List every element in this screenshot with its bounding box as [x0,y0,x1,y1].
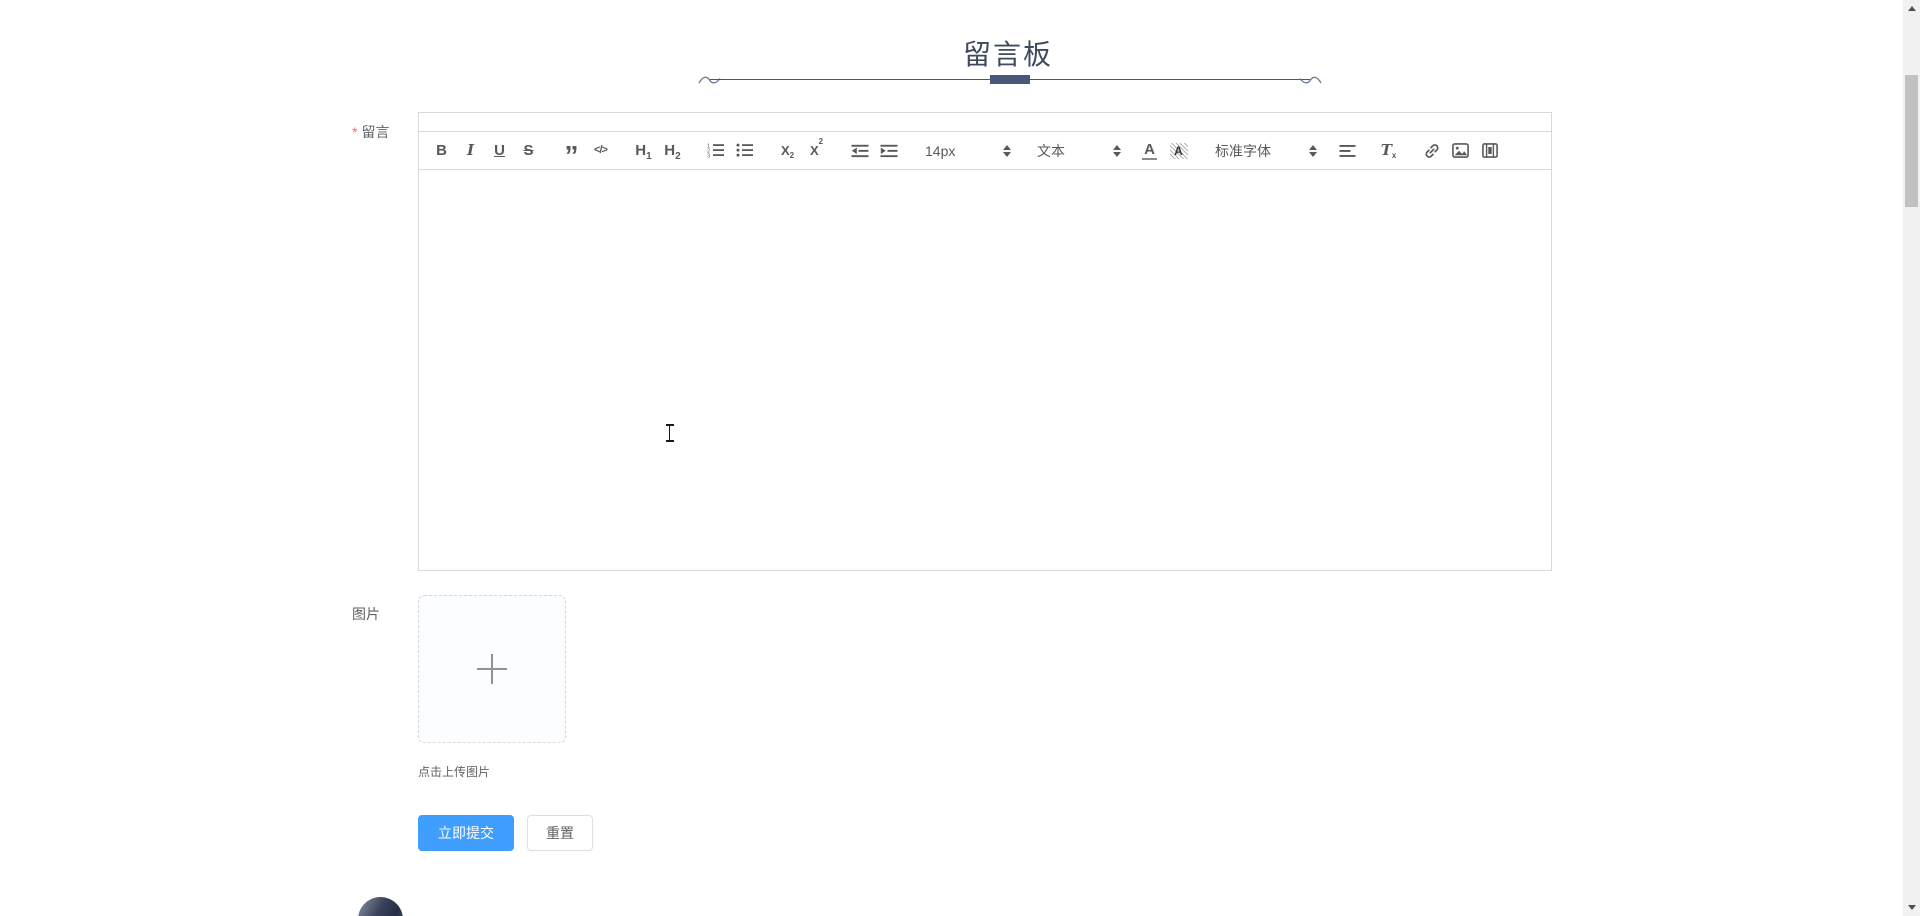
heading1-number: 1 [646,150,652,162]
clear-format-icon: T [1380,141,1392,159]
strikethrough-button[interactable]: S [516,137,541,165]
subscript-button[interactable]: X2 [775,137,800,165]
rich-text-editor: B I U S ” </> H1 H2 1 2 3 X 2 X 2 14px 文… [418,112,1552,571]
indent-decrease-icon [851,144,868,157]
background-color-button[interactable]: A [1166,137,1191,165]
svg-text:3: 3 [707,154,710,158]
blockquote-button[interactable]: ” [559,137,584,171]
message-board-page: 留言板 * 留言 B I U S ” </> H1 H 2 1 2 3 X 2 … [0,0,1920,916]
message-label: * 留言 [352,122,389,142]
font-family-value: 标准字体 [1215,142,1271,159]
toolbar-group-heading: H1 H2 [631,137,685,165]
mouse-ibeam-cursor [665,424,674,442]
underline-icon: U [494,142,505,159]
subscript-number: 2 [789,150,795,160]
unordered-list-button[interactable] [732,137,757,165]
toolbar-group-script: X2 X2 [775,137,829,165]
comment-avatar[interactable] [358,897,403,916]
blockquote-icon: ” [564,139,579,171]
updown-arrows-icon [1113,144,1121,157]
ordered-list-icon: 1 2 3 [707,144,724,158]
ordered-list-button[interactable]: 1 2 3 [703,137,728,165]
unordered-list-icon [736,143,753,157]
heading2-number: 2 [675,150,681,162]
italic-button[interactable]: I [458,137,483,165]
toolbar-group-clear: Tx [1376,137,1401,165]
toolbar-group-color: A A [1137,137,1191,165]
superscript-icon: X [809,143,819,158]
upload-tip: 点击上传图片 [418,765,491,779]
divider-center-rect [990,75,1030,84]
align-button[interactable] [1335,137,1360,165]
editor-toolbar: B I U S ” </> H1 H2 1 2 3 X 2 X 2 14px 文… [419,132,1551,170]
title-divider [698,73,1322,87]
submit-button[interactable]: 立即提交 [418,815,514,851]
insert-link-button[interactable] [1419,137,1444,165]
image-label: 图片 [352,606,380,622]
image-upload-button[interactable] [418,595,566,743]
subscript-icon: X [780,143,790,158]
text-type-value: 文本 [1037,142,1065,159]
strikethrough-icon: S [523,142,534,159]
heading2-button[interactable]: H2 [660,137,685,165]
background-color-icon: A [1169,142,1188,159]
font-family-select[interactable]: 标准字体 [1215,137,1317,165]
font-size-value: 14px [925,142,956,159]
message-label-text: 留言 [361,124,390,140]
bold-button[interactable]: B [429,137,454,165]
insert-image-button[interactable] [1448,137,1473,165]
required-asterisk: * [352,124,358,140]
editor-content-area[interactable] [419,170,1551,570]
code-button[interactable]: </> [588,137,613,165]
reset-button[interactable]: 重置 [527,815,593,851]
divider-squiggle-right-icon [1299,76,1322,84]
clear-format-sub: x [1391,150,1397,160]
toolbar-group-insert [1419,137,1502,165]
toolbar-group-list: 1 2 3 [703,137,757,165]
scrollbar-down-arrow[interactable] [1907,905,1916,910]
font-size-select[interactable]: 14px [925,137,1011,165]
toolbar-group-fontsize: 14px [925,137,1011,165]
indent-decrease-button[interactable] [847,137,872,165]
code-icon: </> [594,144,608,156]
insert-video-button[interactable] [1477,137,1502,165]
editor-top-strip [419,113,1551,132]
heading2-icon: H [664,142,676,159]
toolbar-group-basic: B I U S [429,137,541,165]
font-color-icon: A [1142,140,1157,160]
indent-increase-icon [880,144,897,157]
italic-icon: I [466,141,475,159]
toolbar-group-texttype: 文本 [1037,137,1121,165]
image-icon [1452,143,1469,158]
underline-button[interactable]: U [487,137,512,165]
superscript-button[interactable]: X2 [804,137,829,165]
link-icon [1424,143,1439,158]
updown-arrows-icon [1309,144,1317,157]
superscript-number: 2 [818,136,824,146]
page-title: 留言板 [962,39,1053,70]
text-type-select[interactable]: 文本 [1037,137,1121,165]
scrollbar[interactable] [1903,0,1920,916]
clear-format-button[interactable]: Tx [1376,137,1401,165]
updown-arrows-icon [1003,144,1011,157]
bold-icon: B [436,142,447,159]
toolbar-group-indent [847,137,901,165]
heading1-icon: H [635,142,647,159]
align-icon [1339,144,1356,157]
heading1-button[interactable]: H1 [631,137,656,165]
toolbar-group-block: ” </> [559,137,613,171]
toolbar-group-fontfamily: 标准字体 [1215,137,1317,165]
plus-icon [477,654,507,684]
video-icon [1481,143,1498,158]
indent-increase-button[interactable] [876,137,901,165]
scrollbar-up-arrow[interactable] [1907,6,1916,11]
font-color-button[interactable]: A [1137,137,1162,165]
scrollbar-thumb[interactable] [1905,75,1918,207]
toolbar-group-align [1335,137,1360,165]
